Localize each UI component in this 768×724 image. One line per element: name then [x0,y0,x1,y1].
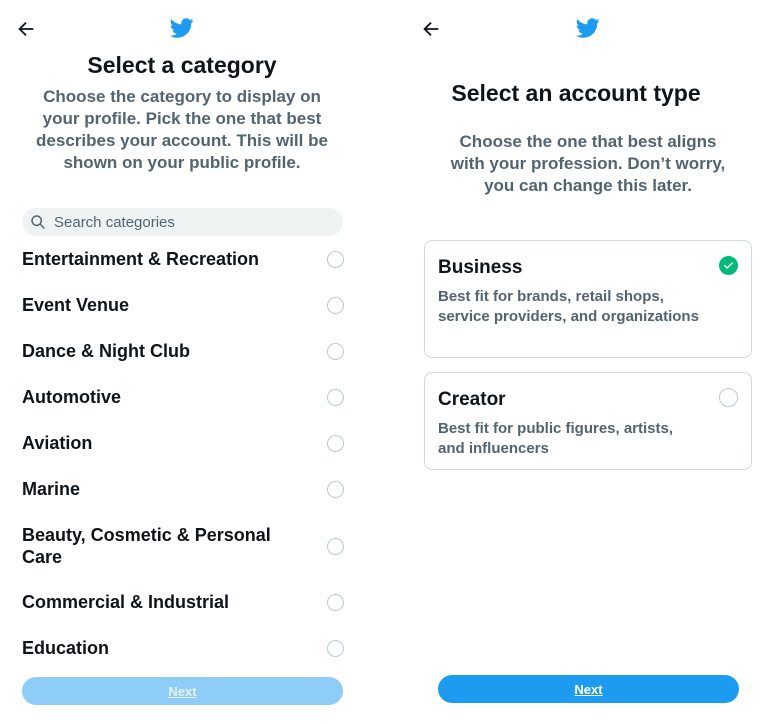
account-option-business[interactable]: Business Best fit for brands, retail sho… [424,240,752,358]
next-button[interactable]: Next [438,675,739,703]
next-button[interactable]: Next [22,677,343,705]
radio-button[interactable] [327,388,344,406]
radio-button[interactable] [327,593,344,611]
category-label: Dance & Night Club [22,341,191,361]
radio-button[interactable] [327,342,344,360]
twitter-bird-icon [169,18,194,38]
search-icon [31,215,45,229]
option-description: Best fit for brands, retail shops, servi… [438,288,699,325]
back-arrow-icon[interactable] [420,18,442,40]
radio-button[interactable] [327,296,344,314]
category-label: Marine [22,479,81,499]
selected-radio[interactable] [719,256,738,275]
category-item[interactable]: Aviation [22,432,344,454]
checkmark-icon [724,262,733,269]
search-input[interactable] [52,212,326,232]
back-arrow-icon[interactable] [15,18,37,40]
radio-button[interactable] [327,537,344,555]
page-title: Select an account type [451,80,701,106]
radio-button[interactable] [327,250,344,268]
radio-button[interactable] [327,639,344,657]
category-item[interactable]: Commercial & Industrial [22,591,344,613]
option-title: Creator [438,389,506,410]
search-bar[interactable] [22,208,343,236]
category-item[interactable]: Beauty, Cosmetic & Personal Care [22,524,344,568]
account-option-creator[interactable]: Creator Best fit for public figures, art… [424,372,752,470]
category-label: Education [22,638,110,658]
page-subtitle: Choose the category to display on your p… [36,87,328,172]
category-item[interactable]: Automotive [22,386,344,408]
category-item[interactable]: Dance & Night Club [22,340,344,362]
twitter-bird-icon [575,18,600,38]
account-type-screen: Select an account type Choose the one th… [384,0,768,724]
radio-button[interactable] [719,388,738,407]
page-subtitle: Choose the one that best aligns with you… [450,132,726,195]
category-screen: Select a category Choose the category to… [0,0,364,724]
option-description: Best fit for public figures, artists, an… [438,420,674,457]
category-label: Automotive [22,387,121,407]
category-item[interactable]: Entertainment & Recreation [22,248,344,270]
page-title: Select a category [87,52,277,78]
category-item[interactable]: Education [22,637,344,659]
category-label: Beauty, Cosmetic & Personal Care [22,525,271,567]
category-label: Commercial & Industrial [22,592,230,612]
category-label: Entertainment & Recreation [22,249,260,269]
radio-button[interactable] [327,480,344,498]
category-label: Event Venue [22,295,130,315]
category-item[interactable]: Event Venue [22,294,344,316]
category-item[interactable]: Marine [22,478,344,500]
option-title: Business [438,257,523,278]
radio-button[interactable] [327,434,344,452]
category-label: Aviation [22,433,93,453]
